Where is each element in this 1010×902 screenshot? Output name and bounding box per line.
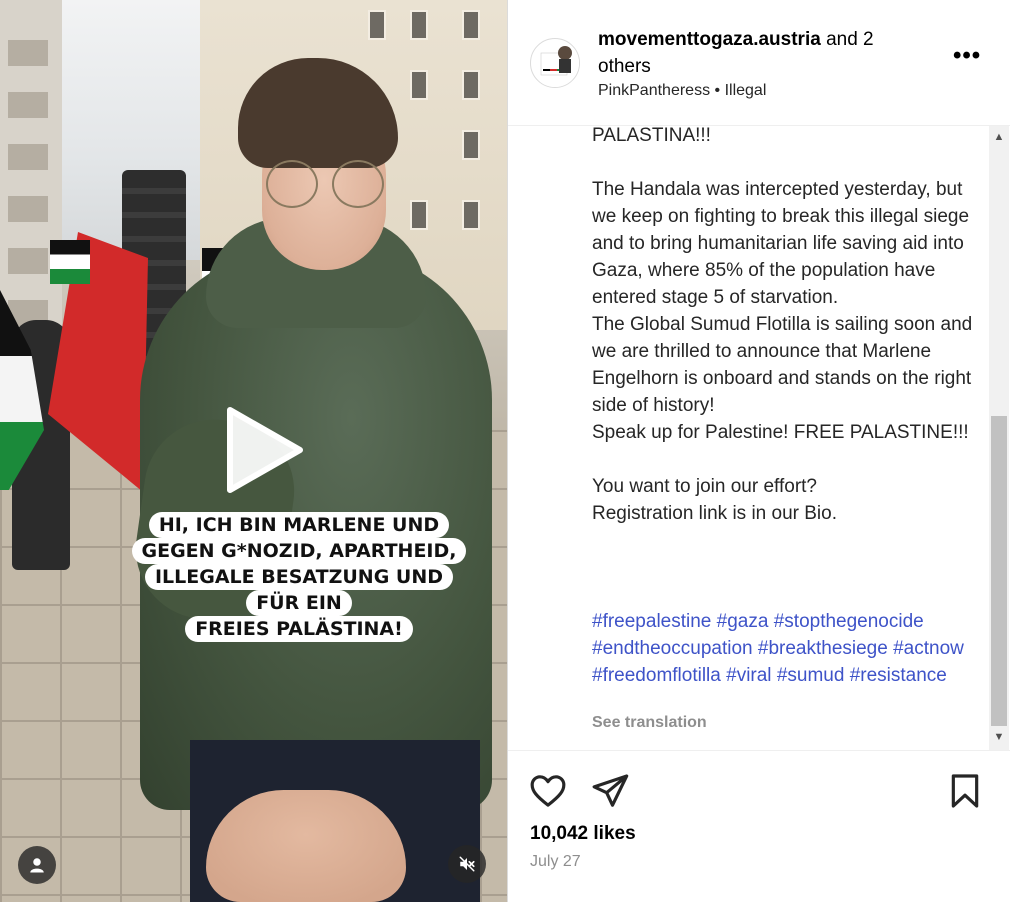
video-caption-overlay: HI, ICH BIN MARLENE UND GEGEN G*NOZID, A… <box>118 512 480 642</box>
like-button[interactable] <box>528 771 568 811</box>
hashtag-list: #freepalestine #gaza #stopthegenocide #e… <box>592 608 987 689</box>
tagged-users-button[interactable] <box>18 846 56 884</box>
caption-line: GEGEN G*NOZID, APARTHEID, <box>131 538 467 564</box>
hashtag-link[interactable]: #freedomflotilla <box>592 665 721 686</box>
mute-button[interactable] <box>448 845 486 883</box>
caption-scroll-area[interactable]: PALASTINA!!! The Handala was intercepted… <box>508 126 1010 750</box>
hashtag-link[interactable]: #gaza <box>717 611 769 632</box>
hashtag-link[interactable]: #sumud <box>777 665 845 686</box>
hashtag-link[interactable]: #viral <box>726 665 771 686</box>
instagram-post-view: HI, ICH BIN MARLENE UND GEGEN G*NOZID, A… <box>0 0 1010 902</box>
audio-artist[interactable]: PinkPantheress <box>598 82 710 99</box>
hashtag-link[interactable]: #freepalestine <box>592 611 711 632</box>
window <box>368 10 386 40</box>
more-options-button[interactable]: ••• <box>953 44 981 76</box>
post-author-line: movementtogaza.austria and 2 others <box>598 26 928 80</box>
scroll-up-arrow-icon[interactable]: ▲ <box>989 128 1009 146</box>
user-icon <box>30 858 44 873</box>
caption-line: FÜR EIN <box>246 590 352 616</box>
see-translation-link[interactable]: See translation <box>592 714 707 732</box>
scroll-down-arrow-icon[interactable]: ▼ <box>989 728 1009 746</box>
send-icon <box>592 774 629 807</box>
post-header: movementtogaza.austria and 2 others Pink… <box>508 0 1010 126</box>
hashtag-link[interactable]: #actnow <box>893 638 964 659</box>
palestine-flag <box>50 240 90 284</box>
glasses <box>264 160 384 208</box>
scrollbar-thumb[interactable] <box>991 416 1007 726</box>
play-icon <box>227 407 303 493</box>
share-button[interactable] <box>590 771 630 811</box>
author-avatar[interactable] <box>530 38 580 88</box>
caption-line: HI, ICH BIN MARLENE UND <box>148 512 450 538</box>
window <box>462 130 480 160</box>
post-caption: PALASTINA!!! The Handala was intercepted… <box>592 126 973 524</box>
hashtag-link[interactable]: #stopthegenocide <box>774 611 924 632</box>
post-date[interactable]: July 27 <box>530 853 581 871</box>
author-username[interactable]: movementtogaza.austria <box>598 29 821 50</box>
window <box>410 10 428 40</box>
video-player[interactable]: HI, ICH BIN MARLENE UND GEGEN G*NOZID, A… <box>0 0 507 902</box>
avatar-logo <box>532 40 579 87</box>
window <box>462 200 480 230</box>
hashtag-link[interactable]: #endtheoccupation <box>592 638 753 659</box>
caption-line: ILLEGALE BESATZUNG UND <box>144 564 453 590</box>
audio-attribution[interactable]: PinkPantheress • Illegal <box>598 82 766 100</box>
audio-separator: • <box>710 82 725 99</box>
play-button[interactable] <box>212 402 308 498</box>
save-button[interactable] <box>945 771 985 811</box>
hashtag-link[interactable]: #breakthesiege <box>758 638 888 659</box>
heart-icon <box>530 775 566 807</box>
person-hand <box>206 790 406 902</box>
window <box>410 70 428 100</box>
caption-line: FREIES PALÄSTINA! <box>185 616 413 642</box>
audio-track[interactable]: Illegal <box>725 82 767 99</box>
muted-speaker-icon <box>459 856 475 872</box>
post-side-panel: movementtogaza.austria and 2 others Pink… <box>507 0 1010 902</box>
hashtag-link[interactable]: #resistance <box>850 665 947 686</box>
window <box>462 70 480 100</box>
post-actions: 10,042 likes July 27 <box>508 750 1010 902</box>
likes-count[interactable]: 10,042 likes <box>530 823 636 845</box>
window <box>462 10 480 40</box>
window <box>410 200 428 230</box>
bookmark-icon <box>951 774 979 808</box>
caption-scrollbar[interactable]: ▲ ▼ <box>989 126 1009 750</box>
